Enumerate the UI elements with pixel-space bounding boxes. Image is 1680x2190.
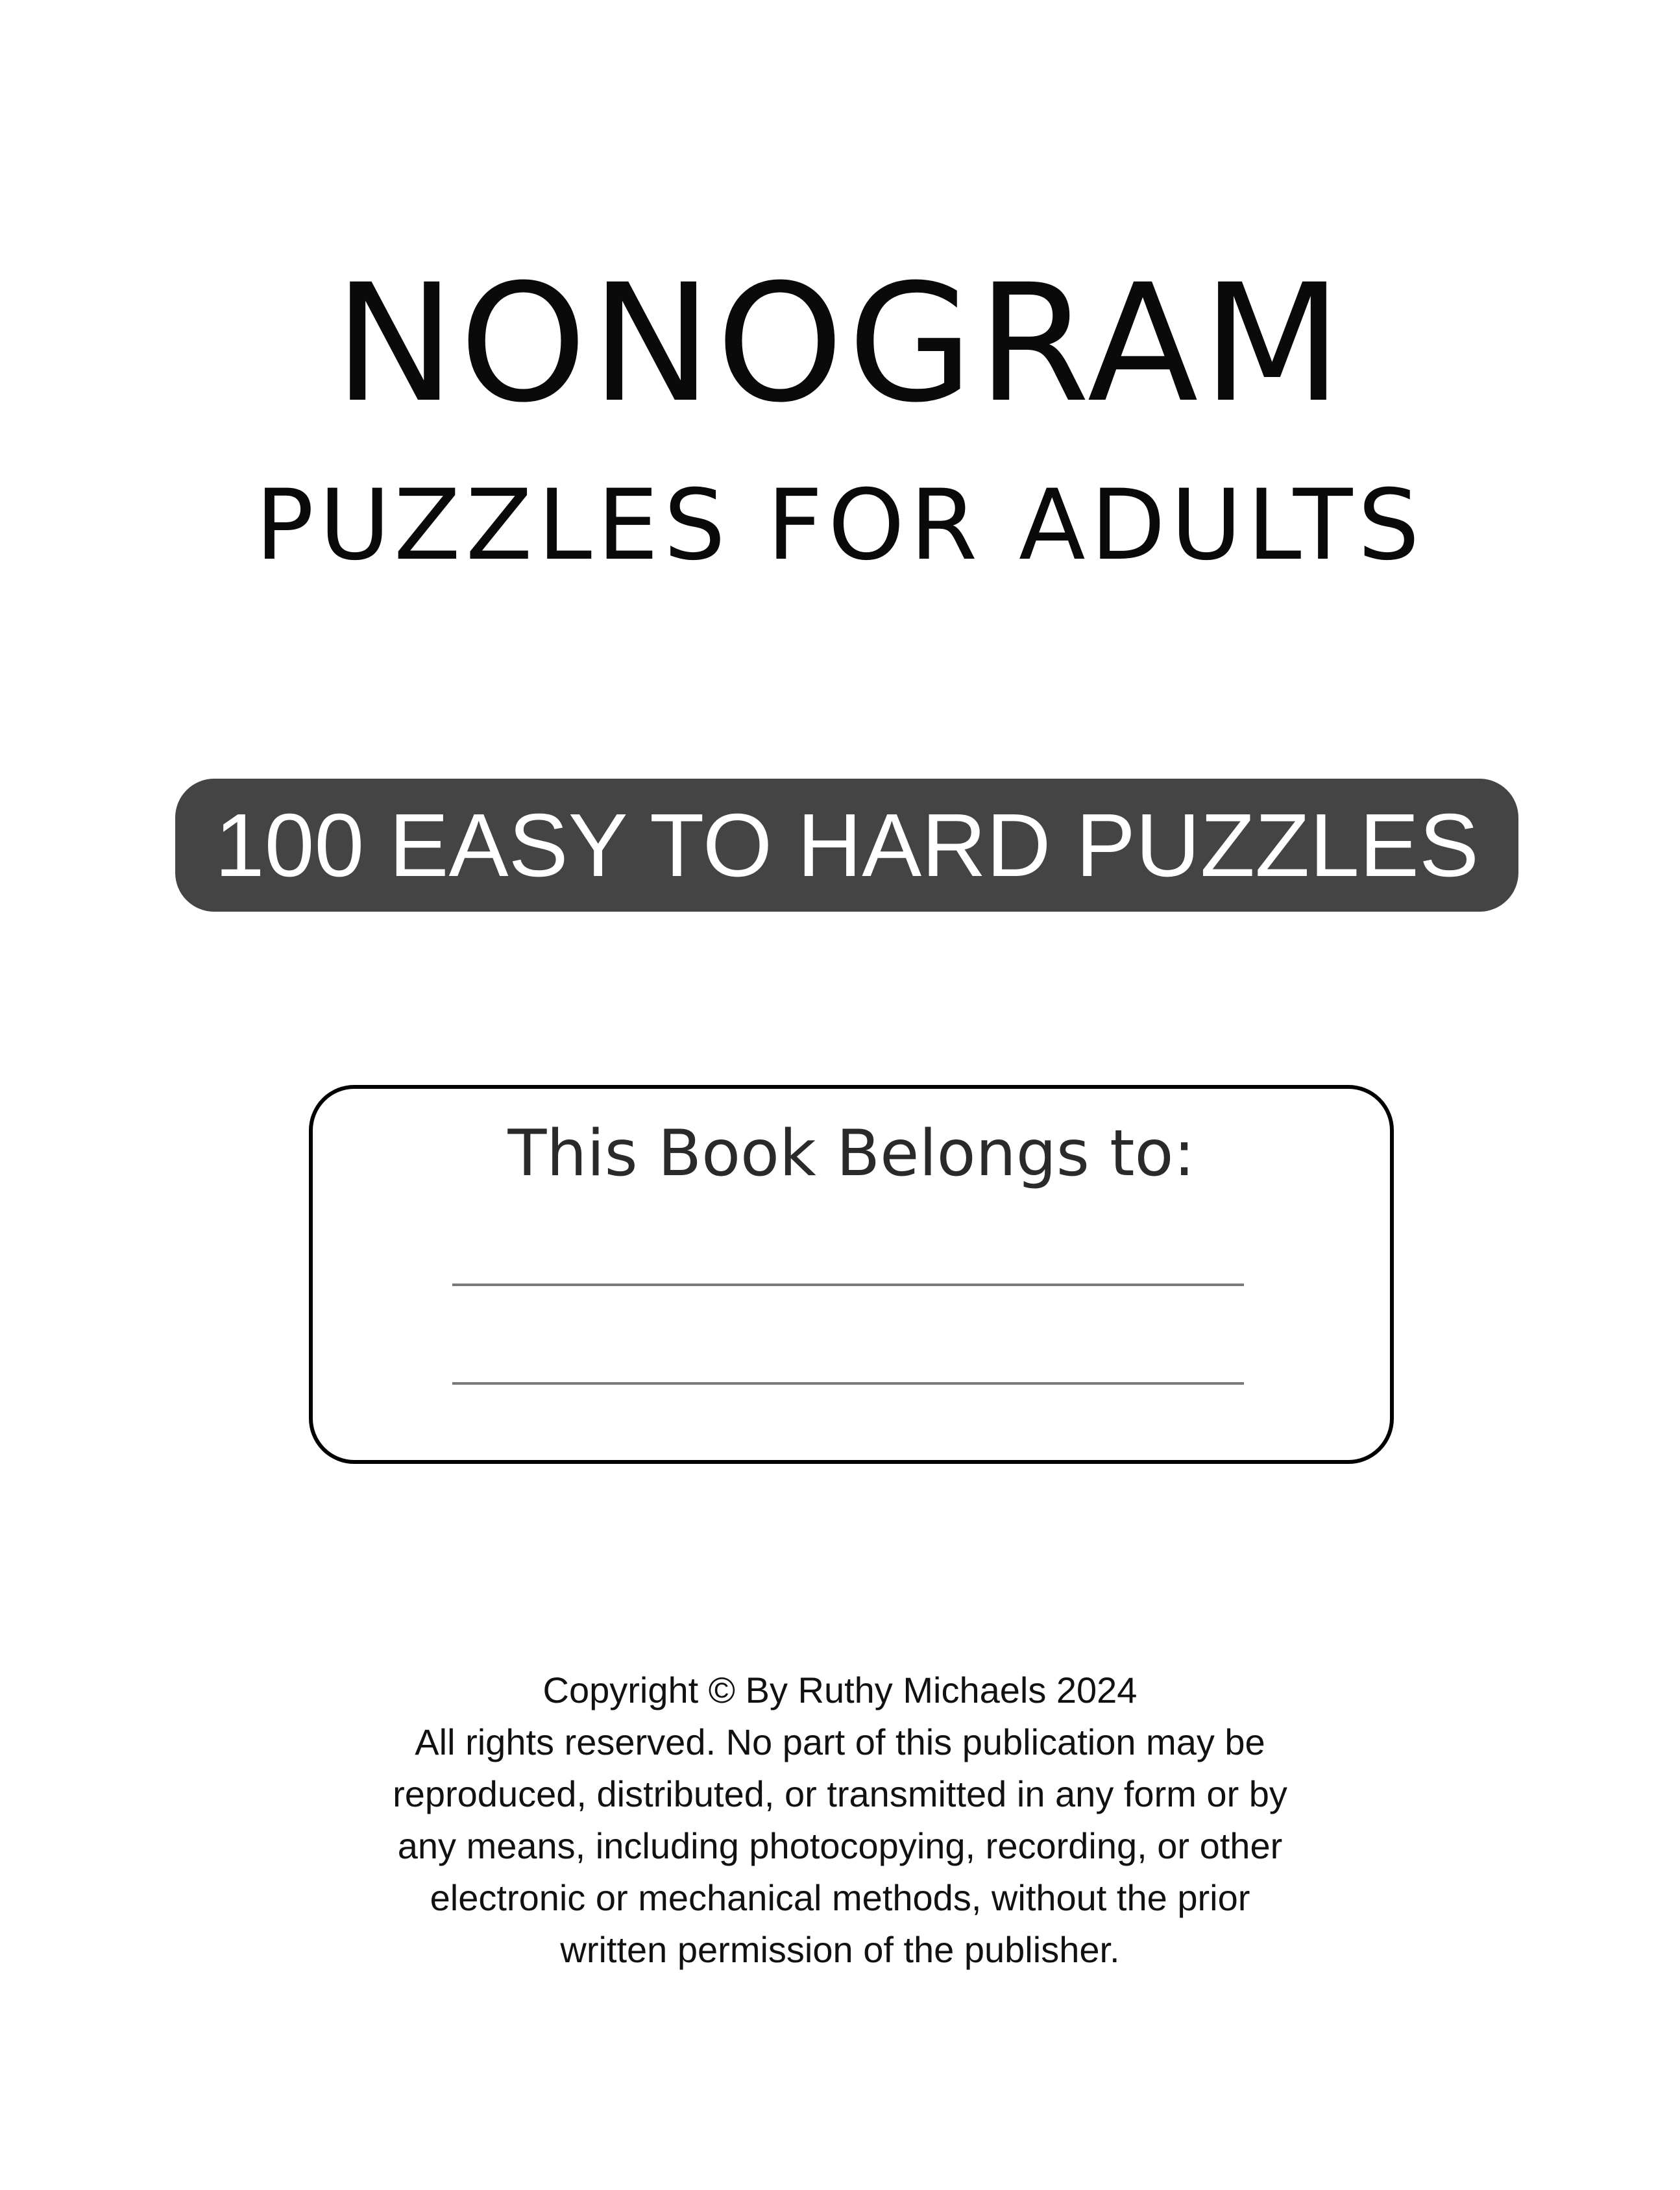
copyright-line: All rights reserved. No part of this pub… (415, 1722, 1265, 1762)
copyright-line: written permission of the publisher. (560, 1929, 1120, 1970)
book-subtitle: PUZZLES FOR ADULTS (255, 469, 1425, 582)
copyright-line: Copyright © By Ruthy Michaels 2024 (542, 1670, 1138, 1710)
copyright-notice: Copyright © By Ruthy Michaels 2024 All r… (0, 1664, 1680, 1976)
writing-line (452, 1284, 1244, 1286)
copyright-line: electronic or mechanical methods, withou… (430, 1877, 1250, 1918)
owner-label: This Book Belongs to: (507, 1117, 1195, 1191)
book-title: NONOGRAM (334, 249, 1346, 438)
owner-name-box: This Book Belongs to: (309, 1085, 1394, 1464)
banner-text: 100 EASY TO HARD PUZZLES (214, 795, 1479, 895)
copyright-line: reproduced, distributed, or transmitted … (393, 1773, 1287, 1814)
copyright-line: any means, including photocopying, recor… (397, 1825, 1283, 1866)
writing-line (452, 1382, 1244, 1385)
difficulty-banner: 100 EASY TO HARD PUZZLES (175, 779, 1518, 912)
